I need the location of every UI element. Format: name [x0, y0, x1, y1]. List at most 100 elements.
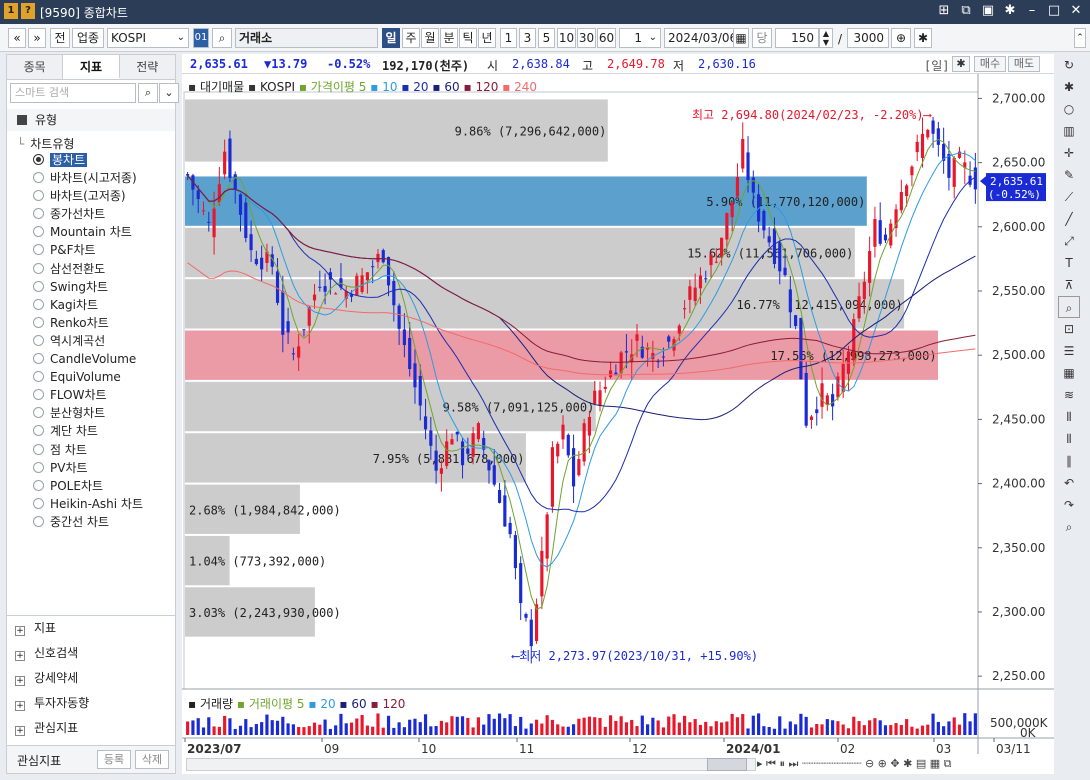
period-week-button[interactable]: 주	[402, 28, 420, 48]
play-icon[interactable]: ▸	[757, 757, 763, 770]
print-icon[interactable]: ▤	[916, 757, 926, 770]
symbol-input[interactable]: KOSPI ⌄	[107, 28, 189, 48]
period-month-button[interactable]: 월	[421, 28, 439, 48]
minimize-icon[interactable]: –	[1024, 3, 1040, 18]
radio-icon[interactable]	[33, 208, 44, 220]
interval-60-button[interactable]: 60	[597, 28, 616, 48]
refresh-icon[interactable]: ↻	[1058, 54, 1080, 76]
last-icon[interactable]: ⏭	[788, 757, 798, 770]
register-button[interactable]: 등록	[97, 750, 131, 769]
delete-button[interactable]: 삭제	[135, 750, 169, 769]
pin-icon[interactable]: ⊞	[936, 3, 952, 18]
radio-icon[interactable]	[33, 316, 44, 328]
section-indicator[interactable]: + 지표	[7, 616, 175, 641]
settings-icon[interactable]: ✱	[903, 757, 912, 770]
close-icon[interactable]: ✕	[1068, 3, 1084, 18]
jeon-button[interactable]: 전	[50, 28, 70, 48]
zoom-area-icon[interactable]: ⊡	[1058, 318, 1080, 340]
list-icon[interactable]: ☰	[1058, 340, 1080, 362]
bar-chart-icon[interactable]: ▥	[1058, 120, 1080, 142]
count-stepper[interactable]: ▲ ▼	[819, 28, 833, 48]
radio-icon[interactable]	[33, 425, 44, 437]
window-icon[interactable]: ⧉	[944, 757, 952, 770]
tab-indicator[interactable]: 지표	[63, 55, 120, 79]
period-minute-button[interactable]: 분	[440, 28, 458, 48]
line-icon[interactable]: ╱	[1058, 208, 1080, 230]
grid-icon[interactable]: ▦	[930, 757, 940, 770]
radio-icon[interactable]	[33, 244, 44, 256]
chevron-down-icon[interactable]: ⌄	[159, 83, 179, 103]
radio-icon[interactable]	[33, 226, 44, 238]
text-icon[interactable]: T	[1058, 252, 1080, 274]
magnifier-icon[interactable]: ⌕	[1058, 296, 1080, 318]
search-icon[interactable]: ⌕	[138, 83, 158, 103]
interval-30-button[interactable]: 30	[577, 28, 596, 48]
chart-type-item[interactable]: 봉차트	[33, 151, 173, 169]
zoom-out-icon[interactable]: ⊖	[865, 757, 874, 770]
settings-icon[interactable]: ✱	[1002, 3, 1018, 18]
all-icon[interactable]: ⊼	[1058, 274, 1080, 296]
interval-3-button[interactable]: 3	[519, 28, 536, 48]
pencil-icon[interactable]: ✎	[1058, 164, 1080, 186]
chart-type-item[interactable]: CandleVolume	[33, 350, 173, 368]
chart-area[interactable]: 2,700.00 2,650.00 2,600.00 2,550.00 2,500.00…	[182, 74, 1054, 774]
parallel-lines-icon[interactable]: ∥	[1058, 450, 1080, 472]
scrollbar-thumb[interactable]	[707, 758, 747, 771]
radio-icon[interactable]	[33, 497, 44, 509]
chart-type-item[interactable]: 점 차트	[33, 441, 173, 459]
redo-icon[interactable]: ↷	[1058, 494, 1080, 516]
radio-icon[interactable]	[33, 298, 44, 310]
expand-icon[interactable]: +	[15, 701, 25, 711]
period-day-button[interactable]: 일	[382, 28, 400, 48]
section-investor-trend[interactable]: + 투자자동향	[7, 691, 175, 716]
zoom-slider[interactable]: ┈┈┈┈┈┈┈┈┈	[802, 757, 862, 770]
tree-root[interactable]: └ 차트유형	[17, 135, 74, 152]
fibonacci-icon[interactable]: ≋	[1058, 384, 1080, 406]
chart-type-item[interactable]: EquiVolume	[33, 368, 173, 386]
date-input[interactable]: 2024/03/06	[664, 28, 737, 48]
tab-stock[interactable]: 종목	[7, 55, 64, 79]
interval-10-button[interactable]: 10	[557, 28, 576, 48]
undo-icon[interactable]: ↶	[1058, 472, 1080, 494]
radio-icon[interactable]	[33, 353, 44, 365]
upjong-button[interactable]: 업종	[72, 28, 104, 48]
calendar-icon[interactable]: ▦	[733, 28, 749, 48]
grid-icon[interactable]: ▦	[1058, 362, 1080, 384]
chart-scrollbar[interactable]	[186, 758, 756, 771]
radio-icon[interactable]	[33, 443, 44, 455]
radio-icon[interactable]	[33, 479, 44, 491]
chart-type-item[interactable]: Mountain 차트	[33, 223, 173, 241]
help-badge[interactable]: ?	[21, 3, 35, 19]
expand-icon[interactable]: +	[15, 726, 25, 736]
move-icon[interactable]: ✥	[890, 757, 899, 770]
tab-strategy[interactable]: 전략	[120, 55, 175, 79]
chart-type-item[interactable]: 중간선 차트	[33, 513, 173, 531]
chart-type-item[interactable]: PV차트	[33, 459, 173, 477]
save-icon[interactable]: ▣	[980, 3, 996, 18]
chart-type-item[interactable]: 바차트(시고저종)	[33, 169, 173, 187]
radio-icon[interactable]	[33, 515, 44, 527]
search-icon[interactable]: ⌕	[212, 28, 232, 48]
count-input[interactable]: 150	[775, 28, 819, 48]
pause-icon[interactable]: ⏸	[779, 757, 785, 770]
period-year-button[interactable]: 년	[478, 28, 496, 48]
chart-type-item[interactable]: FLOW차트	[33, 386, 173, 404]
auto-line-icon[interactable]: ⤢	[1058, 230, 1080, 252]
code-icon[interactable]: 01	[193, 28, 209, 48]
first-icon[interactable]: ⏮	[766, 757, 776, 770]
interval-1-button[interactable]: 1	[500, 28, 517, 48]
capture-icon[interactable]: ⧉	[958, 3, 974, 18]
sell-button[interactable]: 매도	[1008, 56, 1040, 72]
expand-icon[interactable]: +	[15, 651, 25, 661]
radio-icon[interactable]	[33, 262, 44, 274]
radio-icon[interactable]	[33, 334, 44, 346]
trend-line-icon[interactable]: ⟋	[1058, 186, 1080, 208]
type-section-header[interactable]: 유형	[7, 109, 175, 131]
price-chart[interactable]: 2,700.00 2,650.00 2,600.00 2,550.00 2,500.00…	[182, 74, 1054, 774]
chart-type-item[interactable]: 종가선차트	[33, 205, 173, 223]
radio-icon[interactable]	[33, 407, 44, 419]
chevron-down-icon[interactable]: ⌄	[649, 29, 657, 47]
chart-type-item[interactable]: Swing차트	[33, 278, 173, 296]
radio-selected-icon[interactable]	[33, 154, 44, 165]
section-favorite-indicator[interactable]: + 관심지표	[7, 716, 175, 741]
